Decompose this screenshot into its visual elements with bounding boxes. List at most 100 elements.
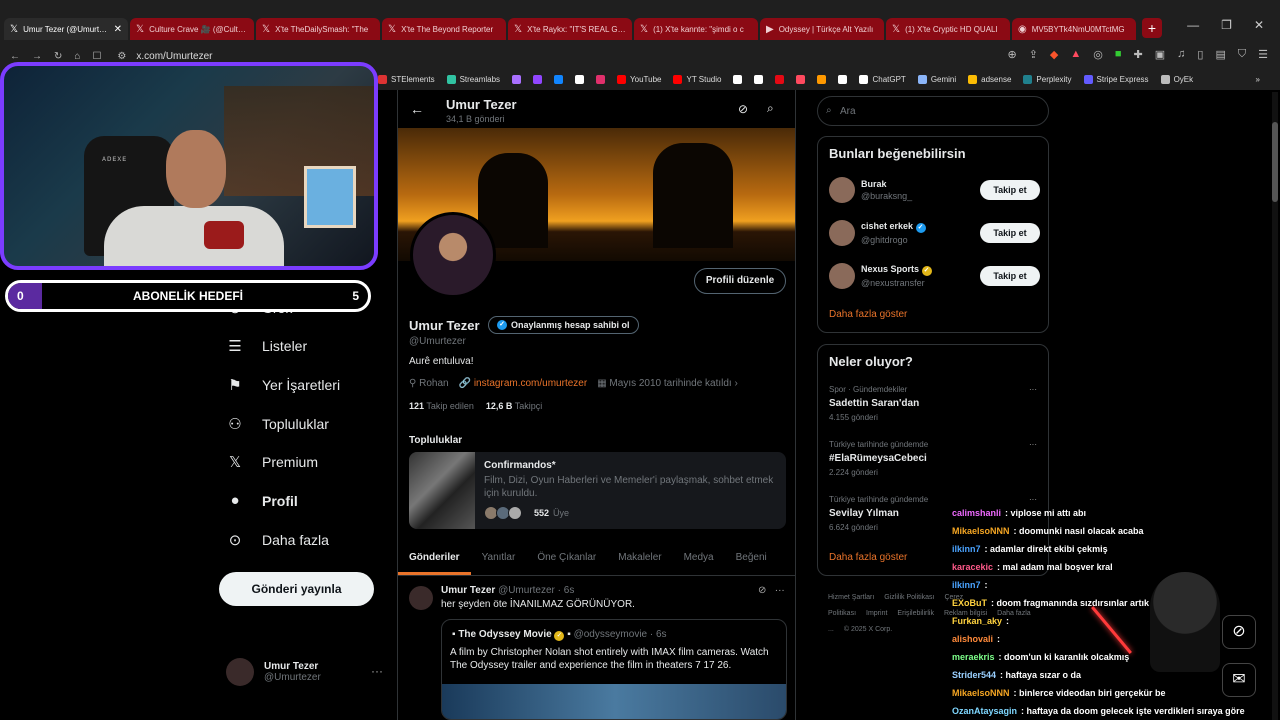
bookmark-item[interactable]	[575, 74, 585, 84]
grok-icon[interactable]: ⊘	[738, 102, 748, 116]
browser-tab[interactable]: 𝕏 Umur Tezer (@Umurtezer) ✕	[4, 18, 128, 40]
get-verified-button[interactable]: ✓ Onaylanmış hesap sahibi ol	[488, 316, 639, 334]
menu-icon[interactable]: ☰	[1258, 48, 1268, 61]
search-icon[interactable]: ⌕	[767, 101, 774, 116]
suggested-user[interactable]: Burak @buraksng_	[829, 177, 912, 203]
quoted-tweet[interactable]: ▪ The Odyssey Movie ✓ ▪ @odysseymovie · …	[441, 619, 787, 720]
share-icon[interactable]: ⇪	[1029, 48, 1038, 61]
trend-item[interactable]: Türkiye tarihinde gündemde Sevilay Yılman…	[829, 495, 1037, 532]
avatar[interactable]	[409, 586, 433, 610]
more-icon[interactable]: ···	[775, 585, 785, 596]
sidebar-item-profile[interactable]: ● Profil	[226, 492, 297, 509]
browser-tab[interactable]: ◉ MV5BYTk4NmU0MTctMG	[1012, 18, 1136, 40]
post-button[interactable]: Gönderi yayınla	[219, 572, 374, 606]
sidebar-item-bookmark[interactable]: ⚑ Yer İşaretleri	[226, 376, 340, 394]
account-switcher[interactable]: Umur Tezer @Umurtezer ···	[226, 658, 383, 686]
bookmark-item[interactable]	[817, 74, 827, 84]
search-input[interactable]: ⌕ Ara	[817, 96, 1049, 126]
vpn-icon[interactable]: ⛉	[1238, 48, 1246, 61]
grok-icon[interactable]: ⊘	[758, 585, 766, 596]
follow-button[interactable]: Takip et	[980, 223, 1040, 243]
scrollbar[interactable]	[1272, 92, 1278, 720]
profile-tab[interactable]: Medya	[673, 542, 725, 575]
following-link[interactable]: 121 Takip edilen	[409, 401, 474, 411]
extension-icon[interactable]: ◎	[1093, 48, 1103, 61]
browser-tab[interactable]: ▶ Odyssey | Türkçe Alt Yazılı	[760, 18, 884, 40]
join-date[interactable]: ▦ Mayıs 2010 tarihinde katıldı ›	[597, 378, 738, 389]
bookmark-item[interactable]	[554, 74, 564, 84]
show-more-trends-link[interactable]: Daha fazla göster	[829, 552, 907, 563]
sidebar-item-x[interactable]: 𝕏 Premium	[226, 453, 318, 471]
footer-link[interactable]: Gizlilik Politikası	[884, 594, 934, 601]
media-icon[interactable]: ♫	[1177, 48, 1185, 61]
bookmark-item[interactable]: Stripe Express	[1083, 74, 1149, 84]
sidebar-item-more-circle[interactable]: ⊙ Daha fazla	[226, 531, 329, 549]
footer-link[interactable]: Imprint	[866, 610, 887, 617]
grok-icon[interactable]: ⊘	[1222, 615, 1256, 649]
profile-link[interactable]: 🔗 instagram.com/umurtezer	[459, 378, 588, 389]
sidebar-item-list[interactable]: ☰ Listeler	[226, 337, 307, 355]
bookmark-item[interactable]	[512, 74, 522, 84]
profile-avatar[interactable]	[410, 212, 496, 298]
trend-item[interactable]: Spor · Gündemdekiler Sadettin Saran'dan 4.…	[829, 385, 1037, 422]
bookmark-item[interactable]: Gemini	[917, 74, 956, 84]
rewards-icon[interactable]: ▲	[1070, 48, 1081, 61]
bookmark-item[interactable]: YT Studio	[673, 74, 721, 84]
new-tab-button[interactable]: +	[1142, 18, 1162, 38]
browser-tab[interactable]: 𝕏 X'te The Beyond Reporter	[382, 18, 506, 40]
footer-link[interactable]: Hizmet Şartları	[828, 594, 874, 601]
edit-profile-button[interactable]: Profili düzenle	[694, 268, 786, 294]
bookmark-item[interactable]	[775, 74, 785, 84]
reload-icon[interactable]: ↻	[54, 51, 62, 62]
bookmark-item[interactable]	[533, 74, 543, 84]
url-field[interactable]: x.com/Umurtezer	[136, 51, 212, 62]
profile-link-text[interactable]: instagram.com/umurtezer	[474, 378, 587, 389]
tweet[interactable]: Umur Tezer @Umurtezer · 6s ⊘ ··· her şey…	[398, 580, 795, 720]
quote-media[interactable]	[442, 684, 786, 719]
extension-icon[interactable]: ■	[1115, 48, 1122, 61]
close-icon[interactable]: ✕	[1254, 18, 1264, 32]
back-icon[interactable]: ←	[10, 51, 20, 62]
close-tab-icon[interactable]: ✕	[114, 24, 122, 35]
extension-icon[interactable]: ▣	[1155, 48, 1165, 61]
bookmark-item[interactable]: Streamlabs	[446, 74, 500, 84]
more-icon[interactable]: ···	[1029, 495, 1037, 504]
site-info-icon[interactable]: ⚙	[117, 51, 126, 62]
brave-shield-icon[interactable]: ◆	[1050, 48, 1058, 61]
browser-tab[interactable]: 𝕏 (1) X'te Cryptic HD QUALI	[886, 18, 1010, 40]
profile-tab[interactable]: Öne Çıkanlar	[526, 542, 607, 575]
bookmark-item[interactable]: Perplexity	[1023, 74, 1072, 84]
bookmark-item[interactable]: ChatGPT	[859, 74, 906, 84]
browser-tab[interactable]: 𝕏 (1) X'te kannte: "şimdi o c	[634, 18, 758, 40]
browser-tab[interactable]: 𝕏 X'te Raykx: "IT'S REAL GUY	[508, 18, 632, 40]
maximize-icon[interactable]: ❐	[1221, 18, 1232, 32]
sidebar-icon[interactable]: ▯	[1197, 48, 1203, 61]
more-icon[interactable]: ···	[1029, 440, 1037, 449]
profile-tab[interactable]: Yanıtlar	[471, 542, 527, 575]
scrollbar-thumb[interactable]	[1272, 122, 1278, 202]
tweet-time[interactable]: · 6s	[558, 585, 575, 596]
bookmark-item[interactable]: adsense	[968, 74, 1011, 84]
footer-link[interactable]: © 2025 X Corp.	[844, 626, 892, 633]
zoom-icon[interactable]: ⊕	[1007, 48, 1016, 61]
footer-link[interactable]: Erişilebilirlik	[897, 610, 934, 617]
bookmark-item[interactable]: OyEk	[1160, 74, 1193, 84]
profile-tab[interactable]: Makaleler	[607, 542, 672, 575]
profile-tab[interactable]: Gönderiler	[398, 542, 471, 575]
more-icon[interactable]: ···	[371, 664, 383, 678]
suggested-user[interactable]: Nexus Sports ✓ @nexustransfer	[829, 263, 932, 289]
follow-button[interactable]: Takip et	[980, 180, 1040, 200]
bookmark-item[interactable]	[733, 74, 743, 84]
forward-icon[interactable]: →	[32, 51, 42, 62]
community-card[interactable]: Confirmandos* Film, Dizi, Oyun Haberleri…	[409, 452, 786, 529]
back-arrow-icon[interactable]: ←	[410, 101, 424, 117]
messages-icon[interactable]: ✉	[1222, 663, 1256, 697]
more-icon[interactable]: ···	[1029, 385, 1037, 394]
puzzle-icon[interactable]: ✚	[1134, 48, 1143, 61]
tweet-author-handle[interactable]: @Umurtezer	[498, 585, 555, 596]
sidebar-item-communities[interactable]: ⚇ Topluluklar	[226, 415, 329, 433]
bookmark-item[interactable]	[754, 74, 764, 84]
show-more-link[interactable]: Daha fazla göster	[829, 309, 907, 320]
bookmark-item[interactable]	[838, 74, 848, 84]
bookmark-item[interactable]	[596, 74, 606, 84]
